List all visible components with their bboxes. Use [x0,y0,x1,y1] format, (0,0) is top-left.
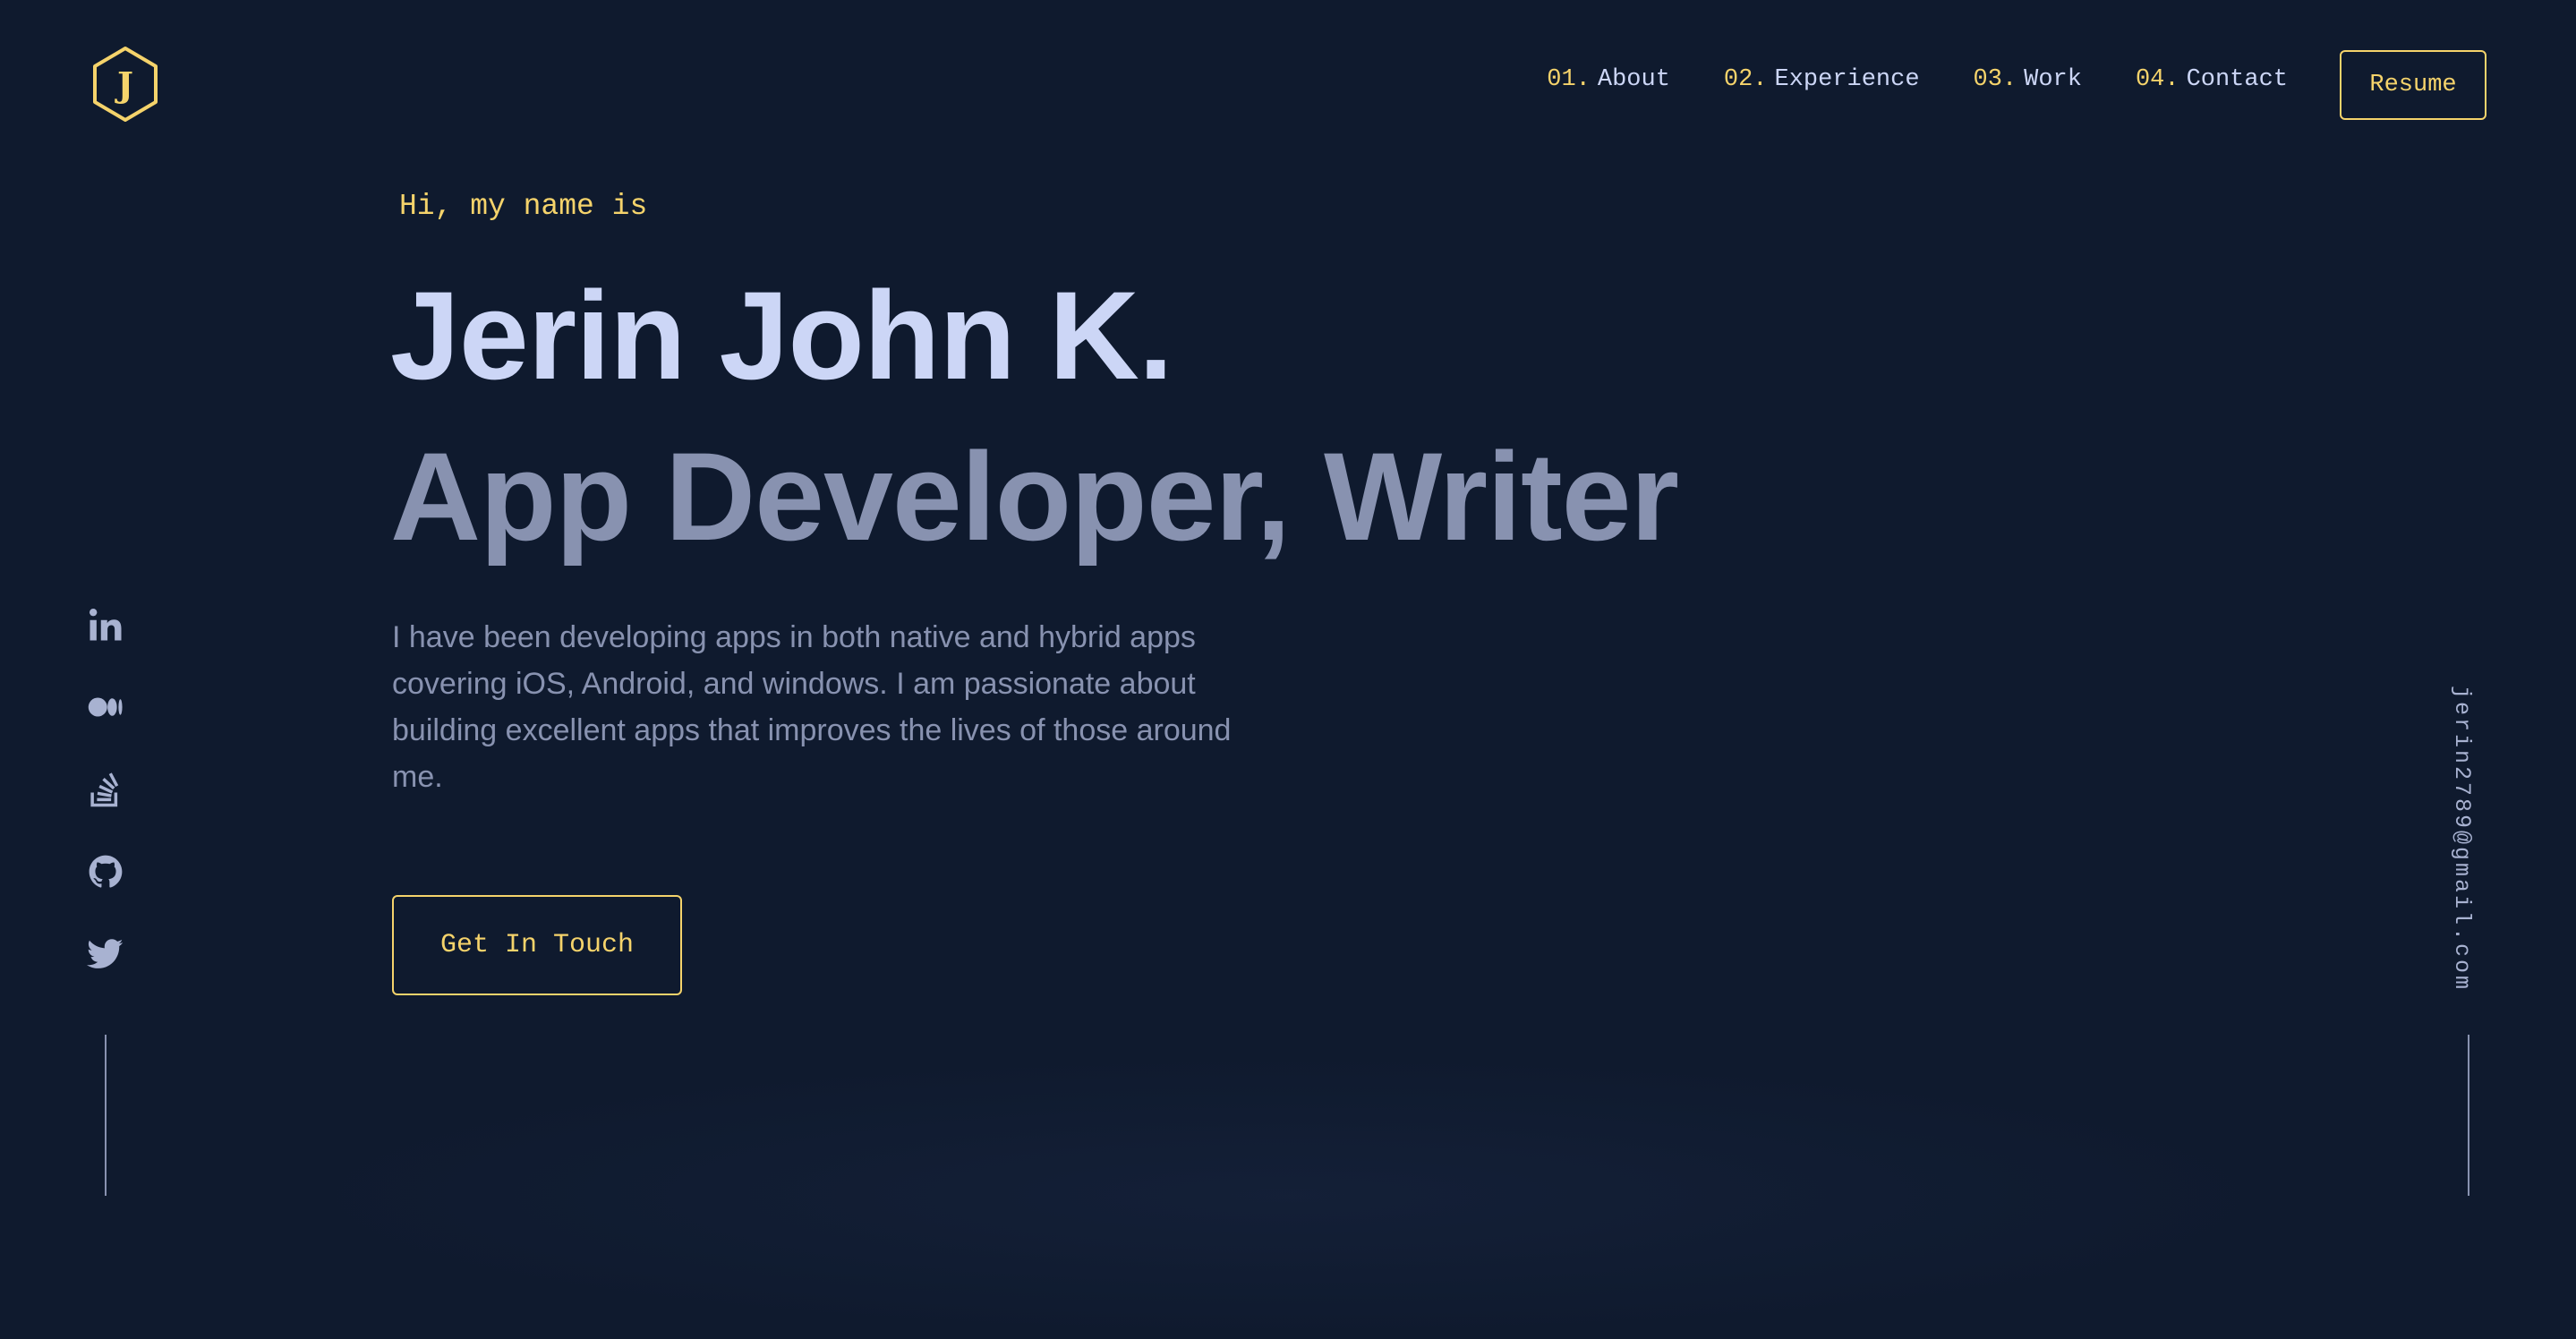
email-link[interactable]: jerin2789@gmail.com [2449,686,2475,992]
nav-item-experience[interactable]: 02. Experience [1724,66,1920,93]
background-glow [269,1053,2307,1339]
hexagon-logo-icon: J [93,47,158,122]
medium-icon [88,697,123,717]
nav-number: 04. [2135,66,2179,93]
github-icon [89,855,123,888]
nav-item-about[interactable]: 01. About [1547,66,1670,93]
nav-number: 01. [1547,66,1591,93]
logo-letter: J [115,64,133,105]
nav-label: Contact [2186,66,2288,93]
nav-label: About [1597,66,1670,93]
linkedin-icon [89,608,122,641]
hero-name: Jerin John K. [390,265,1173,405]
nav-label: Experience [1774,66,1920,93]
main-nav: 01. About 02. Experience 03. Work 04. Co… [1547,66,2288,93]
nav-label: Work [2024,66,2082,93]
nav-item-contact[interactable]: 04. Contact [2136,66,2288,93]
get-in-touch-button[interactable]: Get In Touch [392,895,682,995]
nav-number: 03. [1973,66,2017,93]
logo-button[interactable]: J [90,45,161,124]
social-links [84,605,127,974]
hero-role: App Developer, Writer [390,426,1679,567]
hero-greeting: Hi, my name is [399,190,648,223]
left-divider-line [105,1035,107,1196]
resume-button[interactable]: Resume [2340,50,2486,120]
right-divider-line [2468,1035,2469,1196]
nav-item-work[interactable]: 03. Work [1974,66,2082,93]
linkedin-link[interactable] [86,605,125,644]
stackoverflow-icon [90,772,119,807]
twitter-icon [87,939,124,968]
hero-bio: I have been developing apps in both nati… [392,620,1232,794]
nav-number: 02. [1723,66,1768,93]
medium-link[interactable] [86,687,125,727]
twitter-link[interactable] [86,934,125,974]
github-link[interactable] [86,852,125,891]
stackoverflow-link[interactable] [86,770,125,809]
